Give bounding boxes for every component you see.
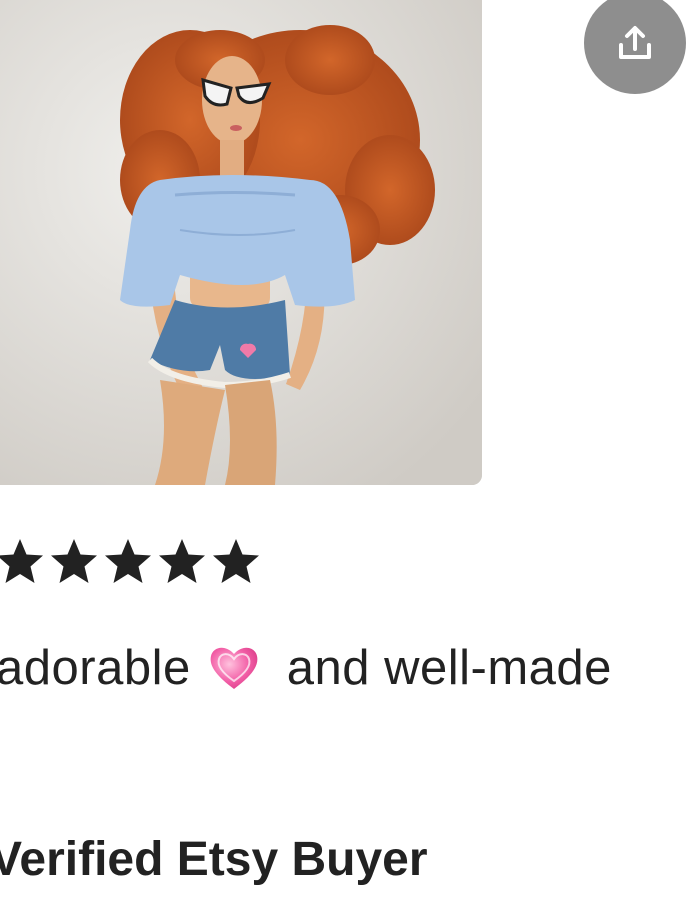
star-rating <box>0 536 262 584</box>
share-button[interactable] <box>584 0 686 94</box>
star-icon <box>213 539 259 583</box>
review-text-before: adorable <box>0 641 191 695</box>
review-photo[interactable] <box>0 0 482 485</box>
star-icon <box>105 539 151 583</box>
review-text: adorable and well-made <box>0 640 612 696</box>
review-card: adorable and well-made Verified Etsy Buy… <box>0 0 691 918</box>
reviewer-name: Verified Etsy Buyer <box>0 833 428 886</box>
star-icon <box>159 539 205 583</box>
share-icon <box>619 26 651 59</box>
heart-emoji <box>210 647 258 689</box>
doll-photo-image <box>0 0 482 485</box>
review-text-after: and well-made <box>286 641 612 695</box>
star-icon <box>51 539 97 583</box>
star-icon <box>0 539 43 583</box>
